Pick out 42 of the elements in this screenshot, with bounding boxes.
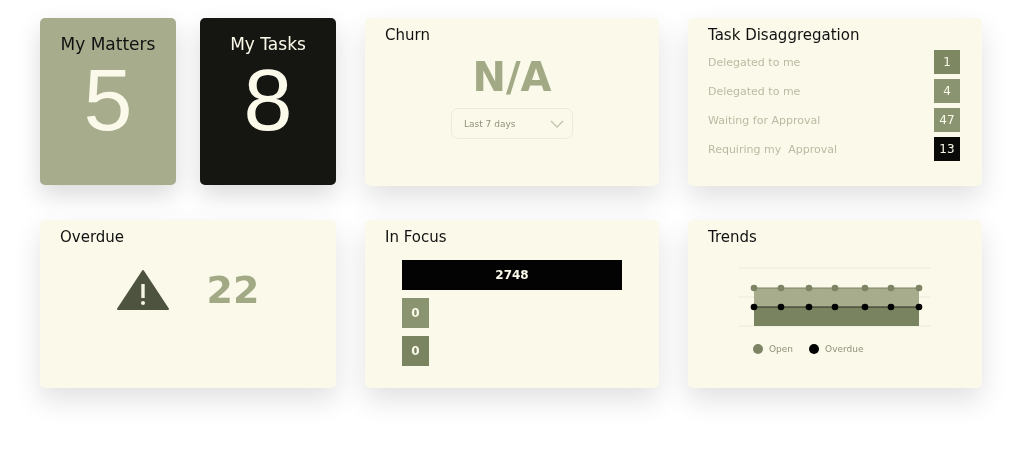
chevron-icon: [550, 119, 564, 128]
task-label: Requiring my Approval: [708, 142, 837, 156]
task-label: Delegated to me: [708, 55, 801, 69]
focus-bar: 0: [402, 298, 429, 328]
churn-value: N/A: [472, 54, 552, 100]
overdue-count: 22: [206, 268, 260, 312]
data-point: [805, 284, 813, 292]
task-count: 47: [934, 108, 960, 132]
card-title: Trends: [708, 228, 757, 246]
card-title: In Focus: [385, 228, 447, 246]
warning-icon: [116, 270, 169, 310]
data-point: [887, 303, 895, 311]
focus-bar: 2748: [402, 260, 622, 290]
data-point: [831, 303, 839, 311]
tile-title: My Matters: [60, 34, 156, 54]
tile-count: 5: [83, 56, 133, 144]
legend-label: Overdue: [825, 344, 864, 354]
focus-bar: 0: [402, 336, 429, 366]
data-point: [777, 303, 785, 311]
data-point: [861, 303, 869, 311]
task-count: 13: [934, 137, 960, 161]
data-point: [750, 303, 758, 311]
card-title: Overdue: [60, 228, 125, 246]
task-label: Delegated to me: [708, 84, 801, 98]
data-point: [805, 303, 813, 311]
data-point: [831, 284, 839, 292]
card-title: Task Disaggregation: [708, 26, 860, 44]
data-point: [887, 284, 895, 292]
tile-count: 8: [243, 56, 293, 144]
task-count: 4: [934, 79, 960, 103]
count-tile[interactable]: My Matters 5: [40, 18, 176, 185]
count-tile[interactable]: My Tasks 8: [200, 18, 336, 185]
card-title: Churn: [385, 26, 430, 44]
task-count: 1: [934, 50, 960, 74]
data-point: [915, 303, 923, 311]
task-label: Waiting for Approval: [708, 113, 821, 127]
data-point: [750, 284, 758, 292]
data-point: [861, 284, 869, 292]
tile-title: My Tasks: [230, 34, 306, 54]
data-point: [777, 284, 785, 292]
data-point: [915, 284, 923, 292]
legend-label: Open: [769, 344, 794, 354]
